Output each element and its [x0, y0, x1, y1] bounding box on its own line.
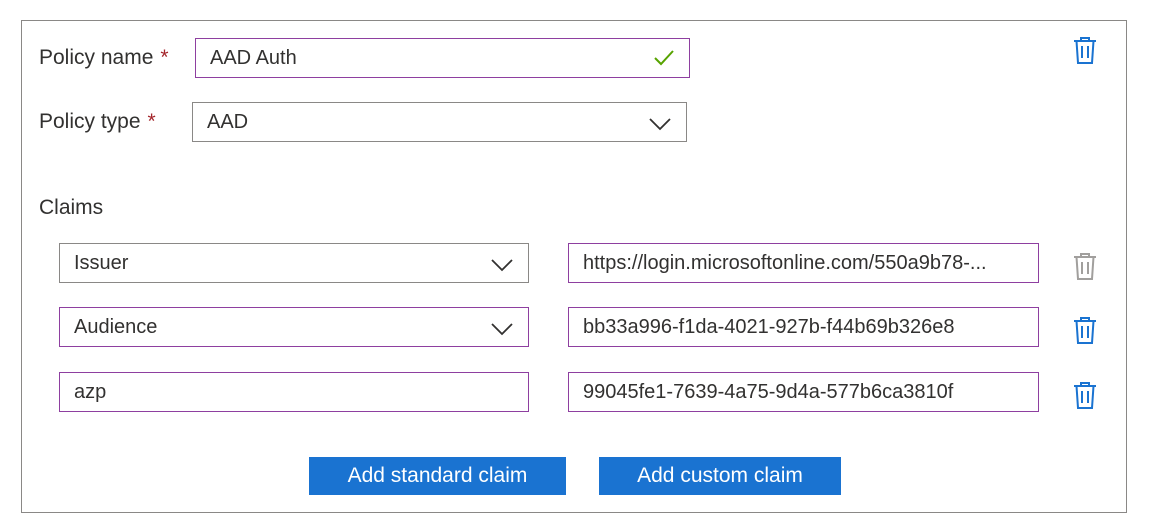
claim-value-text: bb33a996-f1da-4021-927b-f44b69b326e8: [583, 315, 955, 338]
policy-type-label: Policy type *: [39, 110, 156, 133]
claim-name-dropdown-audience[interactable]: Audience: [59, 307, 529, 347]
checkmark-icon: [654, 50, 674, 66]
chevron-down-icon: [491, 323, 513, 336]
chevron-down-icon: [649, 118, 671, 131]
policy-name-text[interactable]: [210, 46, 645, 70]
claim-name-input-azp[interactable]: azp: [59, 372, 529, 412]
delete-policy-trash-icon[interactable]: [1073, 36, 1097, 64]
required-marker: *: [147, 110, 156, 133]
claim-name-dropdown-issuer[interactable]: Issuer: [59, 243, 529, 283]
claim-name-value: Audience: [74, 315, 158, 338]
chevron-down-icon: [491, 259, 513, 272]
add-standard-claim-button[interactable]: Add standard claim: [309, 457, 566, 495]
delete-claim-azp-trash-icon[interactable]: [1073, 381, 1097, 409]
policy-name-label: Policy name *: [39, 46, 169, 69]
delete-claim-audience-trash-icon[interactable]: [1073, 316, 1097, 344]
policy-type-value: AAD: [207, 110, 249, 133]
required-marker: *: [160, 46, 169, 69]
delete-claim-issuer-trash-icon: [1074, 253, 1096, 280]
claim-name-value: Issuer: [74, 251, 129, 274]
policy-type-dropdown[interactable]: AAD: [192, 102, 687, 142]
claim-value-input-issuer[interactable]: https://login.microsoftonline.com/550a9b…: [568, 243, 1039, 283]
claims-title: Claims: [39, 196, 104, 219]
claim-value-input-azp[interactable]: 99045fe1-7639-4a75-9d4a-577b6ca3810f: [568, 372, 1039, 412]
claim-value-input-audience[interactable]: bb33a996-f1da-4021-927b-f44b69b326e8: [568, 307, 1039, 347]
claim-value-text: 99045fe1-7639-4a75-9d4a-577b6ca3810f: [583, 380, 954, 403]
add-custom-claim-button[interactable]: Add custom claim: [599, 457, 841, 495]
claim-name-value: azp: [74, 380, 107, 403]
claim-value-text: https://login.microsoftonline.com/550a9b…: [583, 251, 987, 274]
policy-name-input[interactable]: [195, 38, 690, 78]
